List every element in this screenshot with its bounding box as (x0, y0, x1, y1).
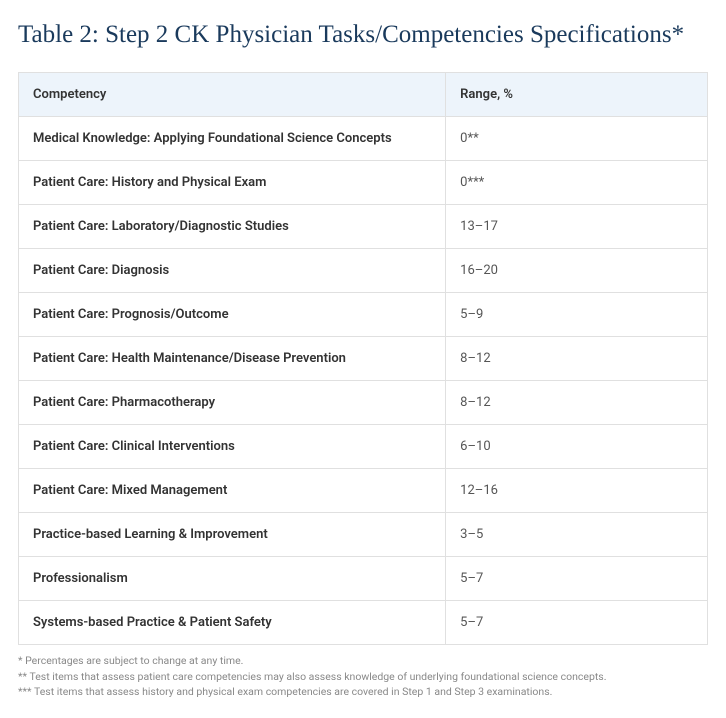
cell-range: 5–9 (446, 292, 708, 336)
table-row: Patient Care: Mixed Management12–16 (19, 468, 708, 512)
table-row: Patient Care: Health Maintenance/Disease… (19, 336, 708, 380)
competency-table: Competency Range, % Medical Knowledge: A… (18, 72, 708, 645)
footnotes: * Percentages are subject to change at a… (18, 653, 708, 700)
table-row: Systems-based Practice & Patient Safety5… (19, 600, 708, 644)
footnote: *** Test items that assess history and p… (18, 684, 708, 700)
table-row: Professionalism5–7 (19, 556, 708, 600)
cell-competency: Patient Care: Clinical Interventions (19, 424, 446, 468)
table-row: Patient Care: Prognosis/Outcome5–9 (19, 292, 708, 336)
cell-competency: Patient Care: History and Physical Exam (19, 160, 446, 204)
cell-competency: Patient Care: Prognosis/Outcome (19, 292, 446, 336)
cell-range: 13–17 (446, 204, 708, 248)
table-row: Patient Care: Diagnosis16–20 (19, 248, 708, 292)
cell-competency: Medical Knowledge: Applying Foundational… (19, 116, 446, 160)
cell-range: 5–7 (446, 600, 708, 644)
cell-competency: Practice-based Learning & Improvement (19, 512, 446, 556)
cell-competency: Patient Care: Laboratory/Diagnostic Stud… (19, 204, 446, 248)
cell-competency: Patient Care: Diagnosis (19, 248, 446, 292)
cell-range: 3–5 (446, 512, 708, 556)
table-row: Patient Care: Pharmacotherapy8–12 (19, 380, 708, 424)
table-row: Patient Care: Laboratory/Diagnostic Stud… (19, 204, 708, 248)
cell-range: 5–7 (446, 556, 708, 600)
cell-competency: Patient Care: Mixed Management (19, 468, 446, 512)
table-header-row: Competency Range, % (19, 72, 708, 116)
table-row: Patient Care: History and Physical Exam0… (19, 160, 708, 204)
cell-range: 12–16 (446, 468, 708, 512)
cell-range: 16–20 (446, 248, 708, 292)
table-row: Practice-based Learning & Improvement3–5 (19, 512, 708, 556)
footnote: ** Test items that assess patient care c… (18, 669, 708, 685)
table-row: Medical Knowledge: Applying Foundational… (19, 116, 708, 160)
cell-range: 6–10 (446, 424, 708, 468)
header-range: Range, % (446, 72, 708, 116)
cell-range: 0** (446, 116, 708, 160)
table-row: Patient Care: Clinical Interventions6–10 (19, 424, 708, 468)
cell-competency: Systems-based Practice & Patient Safety (19, 600, 446, 644)
cell-competency: Patient Care: Health Maintenance/Disease… (19, 336, 446, 380)
footnote: * Percentages are subject to change at a… (18, 653, 708, 669)
cell-competency: Patient Care: Pharmacotherapy (19, 380, 446, 424)
header-competency: Competency (19, 72, 446, 116)
cell-range: 8–12 (446, 380, 708, 424)
cell-competency: Professionalism (19, 556, 446, 600)
cell-range: 8–12 (446, 336, 708, 380)
cell-range: 0*** (446, 160, 708, 204)
table-title: Table 2: Step 2 CK Physician Tasks/Compe… (18, 18, 708, 52)
